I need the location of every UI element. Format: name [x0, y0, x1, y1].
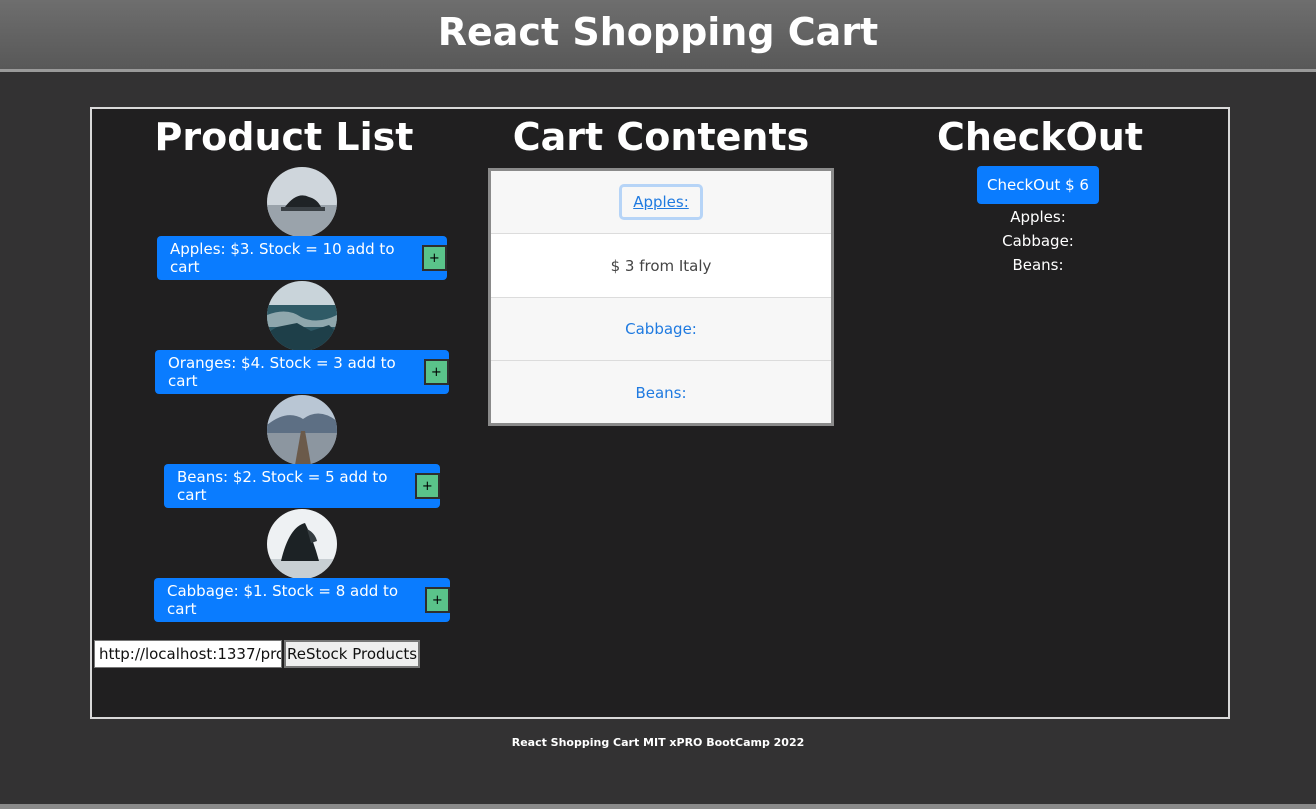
- product-image-oranges: [267, 281, 337, 351]
- cart-item-detail-text: $ 3 from Italy: [610, 256, 712, 275]
- cart-item-apples[interactable]: Apples:: [491, 171, 831, 234]
- add-to-cart-button[interactable]: +: [424, 587, 450, 613]
- cart-item-detail: $ 3 from Italy: [491, 234, 831, 298]
- cart-item-beans[interactable]: Beans:: [491, 361, 831, 424]
- product-image-cabbage: [267, 509, 337, 579]
- checkout-item: Beans:: [1012, 256, 1064, 274]
- bottom-divider: [0, 804, 1316, 809]
- checkout-title: CheckOut: [936, 115, 1144, 159]
- product-list-title: Product List: [154, 115, 414, 159]
- cart-item-toggle[interactable]: Beans:: [635, 384, 686, 402]
- app-header: React Shopping Cart: [0, 0, 1316, 72]
- checkout-button[interactable]: CheckOut $ 6: [977, 166, 1099, 204]
- checkout-item: Apples:: [1010, 208, 1066, 226]
- product-label: Cabbage: $1. Stock = 8 add to cart: [167, 582, 399, 618]
- add-to-cart-button[interactable]: +: [423, 359, 449, 385]
- product-label: Apples: $3. Stock = 10 add to cart: [170, 240, 395, 276]
- product-button-beans[interactable]: Beans: $2. Stock = 5 add to cart +: [164, 464, 440, 508]
- add-to-cart-button[interactable]: +: [421, 245, 447, 271]
- cart-contents-title: Cart Contents: [512, 115, 810, 159]
- add-to-cart-button[interactable]: +: [414, 473, 440, 499]
- product-button-cabbage[interactable]: Cabbage: $1. Stock = 8 add to cart +: [154, 578, 450, 622]
- cart-item-cabbage[interactable]: Cabbage:: [491, 298, 831, 361]
- footer-text: React Shopping Cart MIT xPRO BootCamp 20…: [511, 736, 805, 749]
- product-label: Oranges: $4. Stock = 3 add to cart: [168, 354, 396, 390]
- cart-item-toggle[interactable]: Cabbage:: [625, 320, 697, 338]
- restock-button[interactable]: ReStock Products: [284, 640, 420, 668]
- checkout-item: Cabbage:: [1002, 232, 1074, 250]
- product-button-oranges[interactable]: Oranges: $4. Stock = 3 add to cart +: [155, 350, 449, 394]
- cart-accordion: Apples: $ 3 from Italy Cabbage: Beans:: [488, 168, 834, 426]
- restock-url-input[interactable]: http://localhost:1337/products: [94, 640, 282, 668]
- product-label: Beans: $2. Stock = 5 add to cart: [177, 468, 388, 504]
- product-image-apples: [267, 167, 337, 237]
- app-title: React Shopping Cart: [437, 10, 879, 54]
- main-panel: Product List Cart Contents CheckOut Appl…: [90, 107, 1230, 719]
- product-button-apples[interactable]: Apples: $3. Stock = 10 add to cart +: [157, 236, 447, 280]
- cart-item-toggle[interactable]: Apples:: [619, 184, 703, 220]
- product-image-beans: [267, 395, 337, 465]
